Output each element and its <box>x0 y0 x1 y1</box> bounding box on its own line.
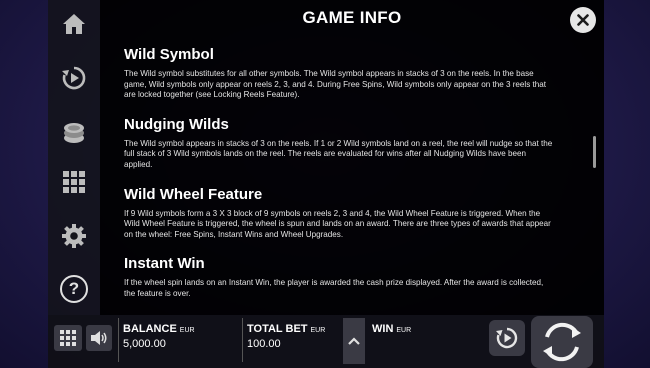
section-heading: Nudging Wilds <box>124 115 229 133</box>
home-icon <box>63 14 85 34</box>
spin-icon <box>543 322 581 362</box>
info-content[interactable]: Wild Symbol The Wild symbol substitutes … <box>124 42 554 310</box>
section-wild-wheel-feature: Wild Wheel Feature If 9 Wild symbols for… <box>124 186 554 241</box>
total-bet-label: TOTAL BET EUR <box>247 323 325 335</box>
win-label-text: WIN <box>372 323 394 335</box>
autoplay-icon <box>496 327 518 349</box>
autoplay-button[interactable] <box>489 320 525 356</box>
chevron-up-icon <box>348 337 360 345</box>
total-bet-label-text: TOTAL BET <box>247 323 308 335</box>
menu-grid-icon <box>60 330 76 346</box>
section-instant-win: Instant Win If the wheel spin lands on a… <box>124 255 554 299</box>
sidebar-item-autoplay[interactable] <box>48 58 100 98</box>
section-text: If 9 Wild symbols form a 3 X 3 block of … <box>124 208 551 239</box>
divider <box>242 318 243 362</box>
total-bet-currency: EUR <box>310 327 326 334</box>
sidebar-item-help[interactable]: ? <box>48 269 100 309</box>
sidebar-item-home[interactable] <box>48 4 100 44</box>
balance-value: 5,000.00 <box>123 338 166 350</box>
win-currency: EUR <box>396 327 412 334</box>
total-bet-value: 100.00 <box>247 338 281 350</box>
balance-label: BALANCE EUR <box>123 323 195 335</box>
sidebar: ? <box>48 0 100 315</box>
section-nudging-wilds: Nudging Wilds The Wild symbol appears in… <box>124 116 554 171</box>
help-icon-label: ? <box>68 279 80 298</box>
page-title: GAME INFO <box>302 8 402 27</box>
paytable-grid-icon <box>63 171 85 193</box>
win-label: WIN EUR <box>372 323 411 335</box>
scrollbar-thumb[interactable] <box>593 136 596 168</box>
spin-button[interactable] <box>531 316 593 368</box>
sidebar-item-paytable[interactable] <box>48 162 100 202</box>
section-heading: Wild Symbol <box>124 46 214 63</box>
balance-label-text: BALANCE <box>123 323 177 335</box>
section-heading: Wild Wheel Feature <box>124 185 263 203</box>
bet-up-button[interactable] <box>343 318 365 364</box>
section-text: If the wheel spin lands on an Instant Wi… <box>124 278 544 298</box>
menu-button[interactable] <box>54 325 82 351</box>
sidebar-item-settings[interactable] <box>48 216 100 256</box>
section-text: The Wild symbol appears in stacks of 3 o… <box>124 138 553 169</box>
balance-currency: EUR <box>179 327 195 334</box>
close-button[interactable] <box>570 7 596 33</box>
coins-icon <box>64 123 84 143</box>
speaker-icon <box>91 331 107 345</box>
section-text: The Wild symbol substitutes for all othe… <box>124 69 546 100</box>
section-heading: Instant Win <box>124 255 205 273</box>
settings-gear-icon <box>62 224 86 248</box>
divider <box>118 318 119 362</box>
autoplay-icon <box>62 66 86 90</box>
help-icon: ? <box>60 275 88 303</box>
sidebar-item-coins[interactable] <box>48 113 100 153</box>
section-wild-symbol: Wild Symbol The Wild symbol substitutes … <box>124 46 554 101</box>
sound-button[interactable] <box>86 325 112 351</box>
close-icon <box>577 14 589 26</box>
